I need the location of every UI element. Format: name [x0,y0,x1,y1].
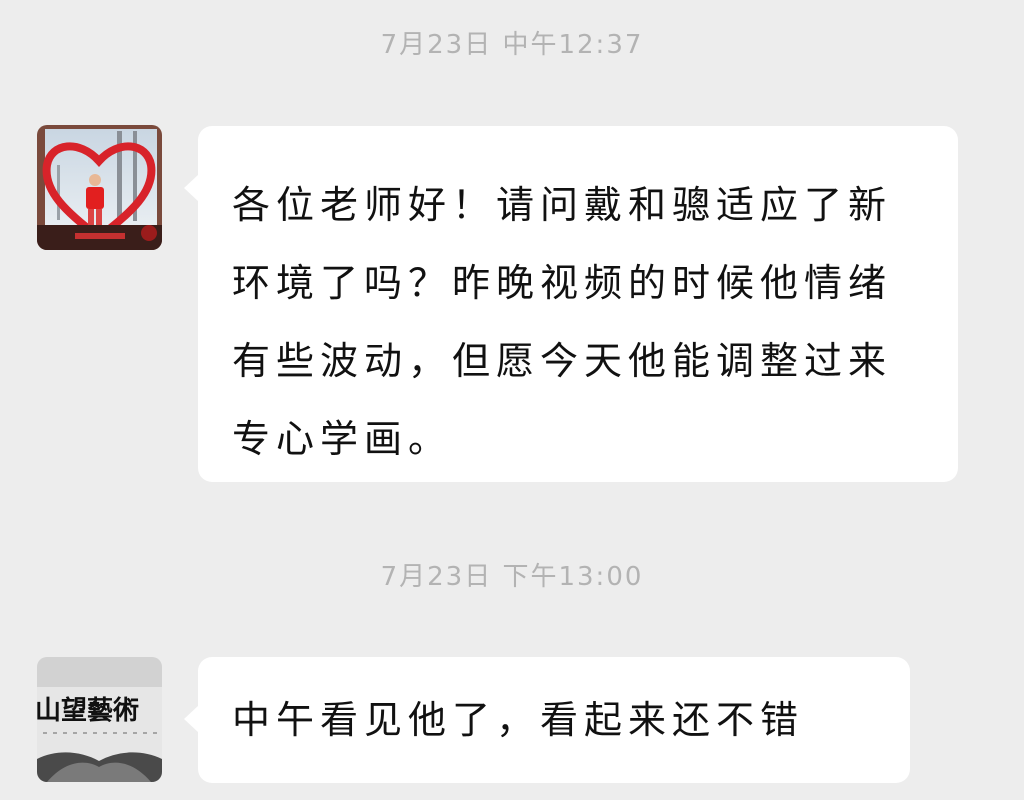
message-timestamp: 7月23日 中午12:37 [380,30,644,60]
chat-window: 7月23日 中午12:37 各位老师好！请问戴和骢适应了新环境了吗？昨晚视频的时… [0,0,1024,800]
studio-sign-text: 山望藝術 [37,696,139,726]
message-text: 各位老师好！请问戴和骢适应了新环境了吗？昨晚视频的时候他情绪有些波动，但愿今天他… [232,183,893,461]
avatar[interactable]: 山望藝術 [37,657,162,782]
message-timestamp: 7月23日 下午13:00 [380,562,644,592]
message-text: 中午看见他了，看起来还不错 [232,698,805,742]
message-bubble[interactable]: 各位老师好！请问戴和骢适应了新环境了吗？昨晚视频的时候他情绪有些波动，但愿今天他… [184,126,958,482]
avatar[interactable] [37,125,162,250]
child-photo-icon [37,125,162,250]
studio-logo-icon: 山望藝術 [37,657,162,782]
message-bubble[interactable]: 中午看见他了，看起来还不错 [184,657,910,783]
